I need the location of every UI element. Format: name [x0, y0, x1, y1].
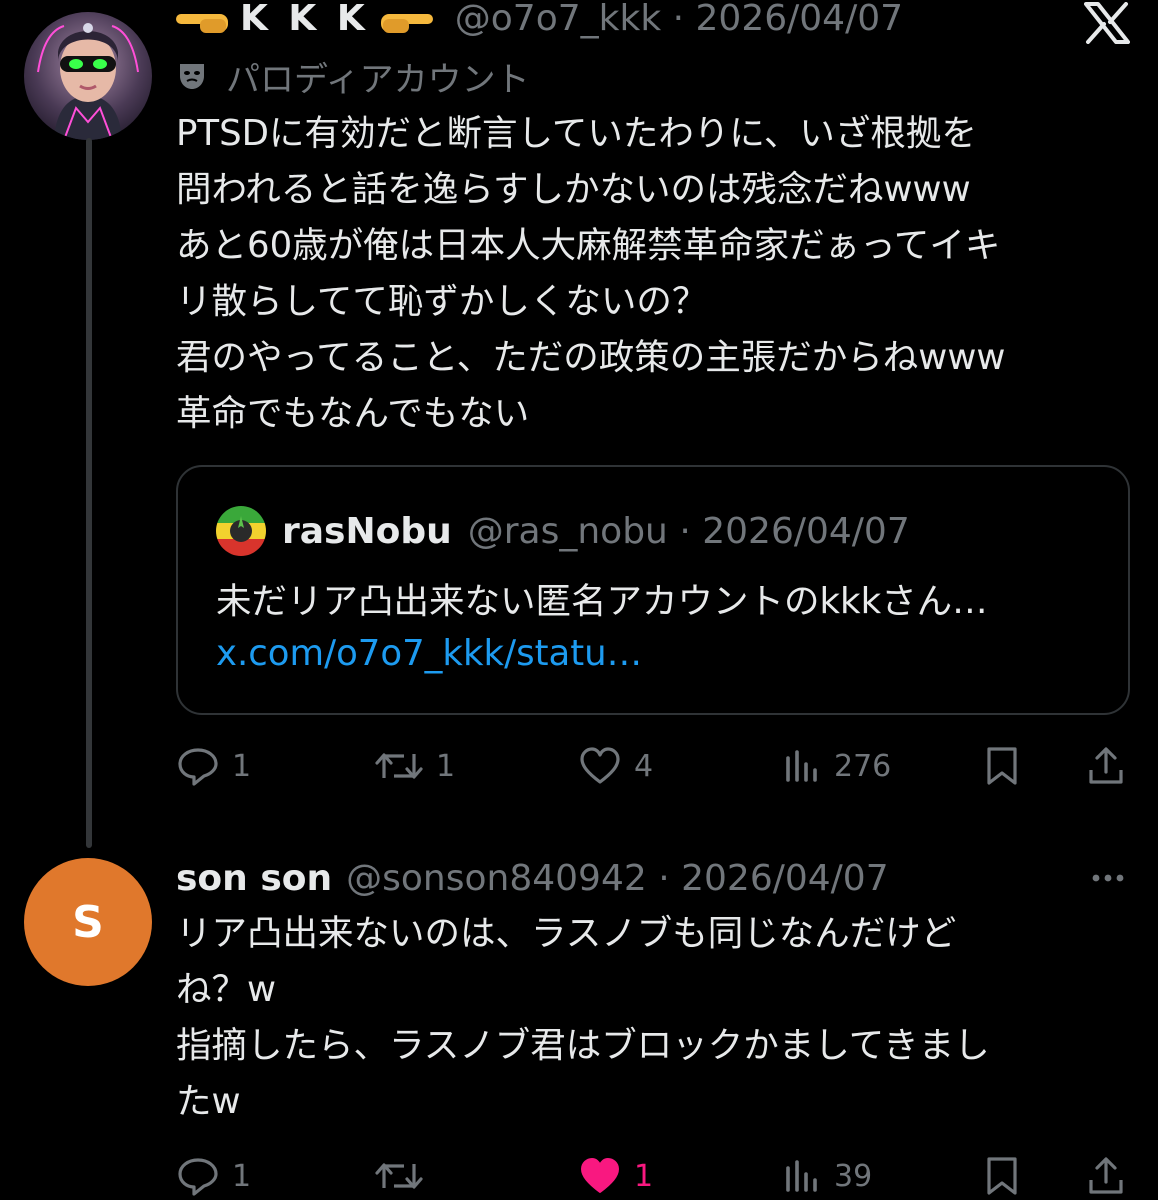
quote-display-name: rasNobu	[282, 510, 452, 552]
views-count: 276	[834, 748, 892, 784]
more-options-icon[interactable]	[1088, 868, 1128, 888]
reply-like-button[interactable]: 1	[578, 1154, 653, 1198]
parody-label: パロディアカウント	[176, 54, 530, 100]
quote-handle-date: @ras_nobu · 2026/04/07	[467, 510, 910, 552]
theater-mask-icon	[176, 60, 208, 92]
x-logo[interactable]	[1084, 2, 1130, 44]
reply-header: son son @sonson840942 · 2026/04/07	[176, 852, 889, 904]
bookmark-icon	[987, 1157, 1017, 1195]
handle-date[interactable]: @o7o7_kkk · 2026/04/07	[455, 0, 903, 39]
reply-button[interactable]: 1	[176, 744, 251, 788]
reply-handle-date[interactable]: @sonson840942 · 2026/04/07	[346, 858, 888, 899]
quote-link[interactable]: x.com/o7o7_kkk/statu…	[216, 633, 642, 674]
repost-icon	[375, 753, 423, 779]
reply-count: 1	[232, 748, 252, 784]
share-icon	[1089, 1157, 1123, 1194]
reply-icon	[178, 748, 218, 786]
tweet-text: PTSDに有効だと断言していたわりに、いざ根拠を 問われると話を逸らすしかないの…	[176, 113, 1006, 434]
thread-line	[86, 138, 92, 848]
parody-label-text: パロディアカウント	[226, 59, 530, 100]
pointing-right-icon	[176, 3, 234, 33]
like-button[interactable]: 4	[578, 744, 653, 788]
display-name-text: K K K	[240, 0, 369, 39]
views-icon	[786, 1160, 817, 1192]
share-button[interactable]	[1086, 744, 1126, 788]
quote-avatar	[216, 506, 266, 556]
reply-text: リア凸出来ないのは、ラスノブも同じなんだけど ね？w 指摘したら、ラスノブ君はブ…	[176, 913, 990, 1122]
reply-display-name[interactable]: son son	[176, 858, 332, 899]
reply-bookmark-button[interactable]	[984, 1154, 1020, 1198]
bookmark-button[interactable]	[984, 744, 1020, 788]
pointing-left-icon	[375, 3, 433, 33]
like-icon	[580, 747, 620, 784]
share-icon	[1089, 747, 1123, 784]
reply-like-count: 1	[634, 1158, 654, 1194]
reply-reply-button[interactable]: 1	[176, 1154, 251, 1198]
tweet-header: K K K @o7o7_kkk · 2026/04/07	[176, 0, 903, 42]
views-button[interactable]: 276	[782, 744, 891, 788]
like-count: 4	[634, 748, 654, 784]
views-icon	[786, 750, 817, 782]
bookmark-icon	[987, 747, 1017, 785]
reply-avatar[interactable]: S	[24, 858, 152, 986]
reply-views-button[interactable]: 39	[782, 1154, 872, 1198]
like-filled-icon	[581, 1158, 619, 1193]
quote-text: 未だリア凸出来ない匿名アカウントのkkkさん…	[216, 581, 988, 622]
avatar[interactable]	[24, 12, 152, 140]
repost-count: 1	[436, 748, 456, 784]
reply-share-button[interactable]	[1086, 1154, 1126, 1198]
reply-reply-count: 1	[232, 1158, 252, 1194]
display-name[interactable]: K K K	[176, 0, 433, 39]
repost-icon	[375, 1163, 423, 1189]
quote-header: rasNobu @ras_nobu · 2026/04/07	[216, 505, 910, 557]
reply-views-count: 39	[834, 1158, 873, 1194]
reply-repost-button[interactable]	[374, 1154, 424, 1198]
reply-icon	[178, 1158, 218, 1196]
repost-button[interactable]: 1	[374, 744, 455, 788]
quote-tweet[interactable]: rasNobu @ras_nobu · 2026/04/07 未だリア凸出来ない…	[176, 465, 1130, 715]
